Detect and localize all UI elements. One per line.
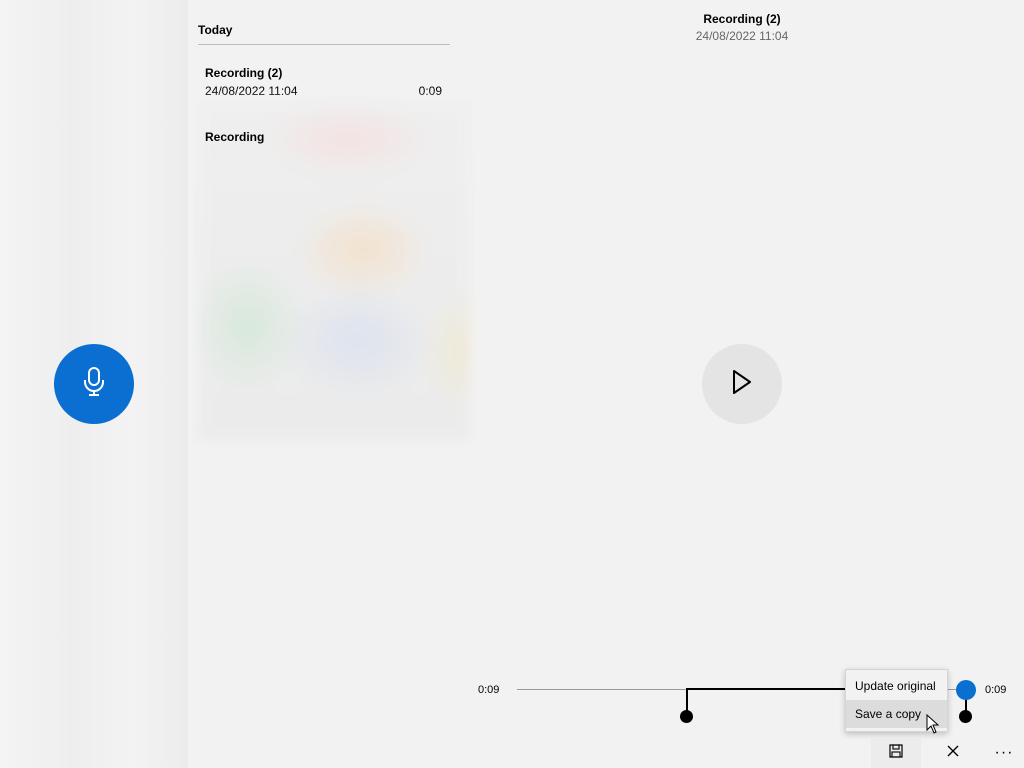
close-icon xyxy=(947,744,959,762)
playhead-handle[interactable] xyxy=(956,680,976,700)
recording-title: Recording xyxy=(205,130,265,144)
start-time: 0:09 xyxy=(478,684,500,696)
end-time: 0:09 xyxy=(985,684,1007,696)
play-icon xyxy=(731,369,753,400)
blurred-hover-background xyxy=(198,100,470,440)
playback-date: 24/08/2022 11:04 xyxy=(695,29,789,43)
left-pane xyxy=(0,0,188,768)
recording-title: Recording (2) xyxy=(205,66,283,80)
update-original-option[interactable]: Update original xyxy=(846,672,947,700)
save-icon xyxy=(889,743,903,763)
cancel-trim-button[interactable] xyxy=(928,738,978,768)
section-divider xyxy=(198,44,450,45)
section-header-today: Today xyxy=(198,23,233,37)
record-button[interactable] xyxy=(54,344,134,424)
trim-end-handle[interactable] xyxy=(959,710,972,723)
list-item[interactable]: Recording xyxy=(198,100,470,440)
trim-selection xyxy=(687,688,845,690)
recordings-list: Today Recording (2) 24/08/2022 11:04 0:0… xyxy=(188,0,470,768)
trim-start-handle[interactable] xyxy=(680,710,693,723)
save-button[interactable] xyxy=(871,738,921,768)
recording-duration: 0:09 xyxy=(418,84,442,98)
more-icon: ··· xyxy=(994,744,1014,761)
recording-date: 24/08/2022 11:04 xyxy=(205,84,298,98)
mouse-pointer-icon xyxy=(926,713,940,739)
more-options-button[interactable]: ··· xyxy=(979,738,1024,768)
play-button[interactable] xyxy=(702,344,782,424)
playback-title: Recording (2) xyxy=(703,12,781,26)
microphone-icon xyxy=(82,366,106,402)
playback-pane: Recording (2) 24/08/2022 11:04 0:09 0:09… xyxy=(460,0,1024,768)
